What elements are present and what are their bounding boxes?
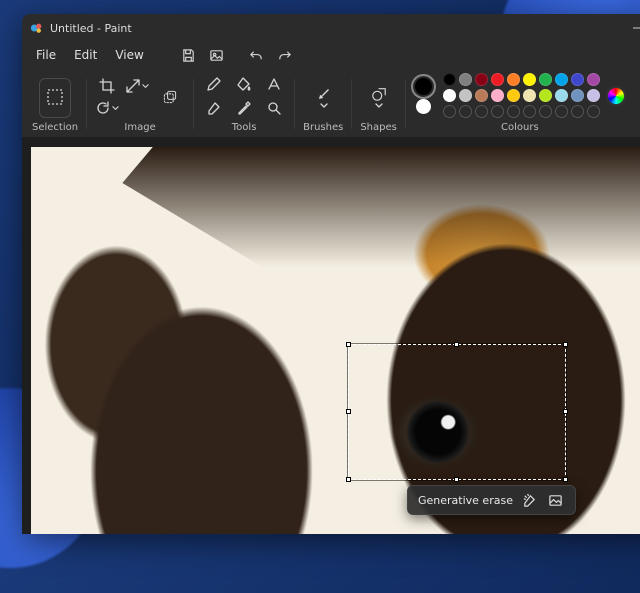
color-swatch[interactable]	[539, 89, 552, 102]
color-swatch[interactable]	[475, 89, 488, 102]
color-swatch[interactable]	[475, 73, 488, 86]
color-swatch-empty[interactable]	[443, 105, 456, 118]
resize-handle-sw[interactable]	[346, 477, 351, 482]
primary-color[interactable]	[414, 77, 433, 96]
resize-handle-nw[interactable]	[346, 342, 351, 347]
color-swatch-empty[interactable]	[555, 105, 568, 118]
zoom-icon[interactable]	[262, 96, 286, 120]
rotate-icon[interactable]	[95, 96, 119, 120]
color-swatch[interactable]	[459, 89, 472, 102]
menu-edit[interactable]: Edit	[66, 44, 105, 66]
color-swatch[interactable]	[491, 89, 504, 102]
generative-erase-label: Generative erase	[418, 494, 513, 507]
color-swatch[interactable]	[555, 89, 568, 102]
resize-handle-ne[interactable]	[563, 342, 568, 347]
secondary-color[interactable]	[416, 99, 431, 114]
ribbon: Selection Image	[22, 68, 640, 138]
selection-label: Selection	[32, 122, 78, 133]
color-swatch[interactable]	[539, 73, 552, 86]
picker-icon[interactable]	[232, 96, 256, 120]
app-icon	[30, 21, 44, 35]
text-icon[interactable]	[262, 72, 286, 96]
color-swatch[interactable]	[507, 89, 520, 102]
color-swatch[interactable]	[443, 73, 456, 86]
color-swatch-empty[interactable]	[459, 105, 472, 118]
colours-label: Colours	[501, 122, 539, 133]
color-swatch[interactable]	[491, 73, 504, 86]
shapes-label: Shapes	[360, 122, 397, 133]
undo-icon[interactable]	[244, 44, 270, 66]
resize-handle-e[interactable]	[563, 409, 568, 414]
window-title: Untitled - Paint	[50, 22, 132, 35]
generative-erase-icon[interactable]	[521, 491, 539, 509]
canvas-area: Generative erase	[22, 138, 640, 534]
save-icon[interactable]	[176, 44, 202, 66]
group-brushes: Brushes	[303, 78, 343, 133]
redo-icon[interactable]	[272, 44, 298, 66]
brushes-label: Brushes	[303, 122, 343, 133]
group-shapes: Shapes	[360, 78, 397, 133]
tools-label: Tools	[232, 122, 257, 133]
color-swatch-empty[interactable]	[587, 105, 600, 118]
group-selection: Selection	[32, 78, 78, 133]
color-swatch-empty[interactable]	[475, 105, 488, 118]
color-swatch-empty[interactable]	[491, 105, 504, 118]
shapes-button[interactable]	[364, 78, 394, 118]
resize-handle-s[interactable]	[454, 477, 459, 482]
selection-toolbar: Generative erase	[407, 485, 576, 515]
resize-handle-w[interactable]	[346, 409, 351, 414]
fill-icon[interactable]	[232, 72, 256, 96]
group-tools: Tools	[202, 72, 286, 133]
minimize-button[interactable]	[620, 14, 640, 42]
titlebar: Untitled - Paint	[22, 14, 640, 42]
image-label: Image	[124, 122, 155, 133]
layers-icon[interactable]	[155, 82, 185, 112]
color-swatch[interactable]	[523, 89, 536, 102]
color-swatch[interactable]	[523, 73, 536, 86]
edit-colors-button[interactable]	[606, 86, 626, 106]
selection-marquee[interactable]	[348, 344, 566, 480]
menu-view[interactable]: View	[107, 44, 151, 66]
brushes-button[interactable]	[308, 78, 338, 118]
color-swatch[interactable]	[507, 73, 520, 86]
color-swatch-empty[interactable]	[523, 105, 536, 118]
color-swatch[interactable]	[443, 89, 456, 102]
color-swatch-empty[interactable]	[539, 105, 552, 118]
canvas[interactable]: Generative erase	[31, 147, 640, 534]
color-swatch[interactable]	[571, 73, 584, 86]
remove-background-icon[interactable]	[547, 491, 565, 509]
color-swatch[interactable]	[571, 89, 584, 102]
group-colours: Colours	[414, 73, 626, 133]
color-swatch-empty[interactable]	[507, 105, 520, 118]
pencil-icon[interactable]	[202, 72, 226, 96]
color-swatch[interactable]	[587, 89, 600, 102]
eraser-icon[interactable]	[202, 96, 226, 120]
resize-handle-n[interactable]	[454, 342, 459, 347]
resize-icon[interactable]	[125, 74, 149, 98]
menubar: File Edit View	[22, 42, 640, 68]
selection-tool[interactable]	[39, 78, 71, 118]
resize-handle-se[interactable]	[563, 477, 568, 482]
menu-file[interactable]: File	[28, 44, 64, 66]
color-swatch-empty[interactable]	[571, 105, 584, 118]
color-swatch[interactable]	[587, 73, 600, 86]
image-import-icon[interactable]	[204, 44, 230, 66]
color-palette	[443, 73, 600, 118]
crop-icon[interactable]	[95, 74, 119, 98]
paint-window: Untitled - Paint File Edit View Selectio…	[22, 14, 640, 534]
color-swatch[interactable]	[459, 73, 472, 86]
color-swatch[interactable]	[555, 73, 568, 86]
group-image: Image	[95, 76, 185, 133]
